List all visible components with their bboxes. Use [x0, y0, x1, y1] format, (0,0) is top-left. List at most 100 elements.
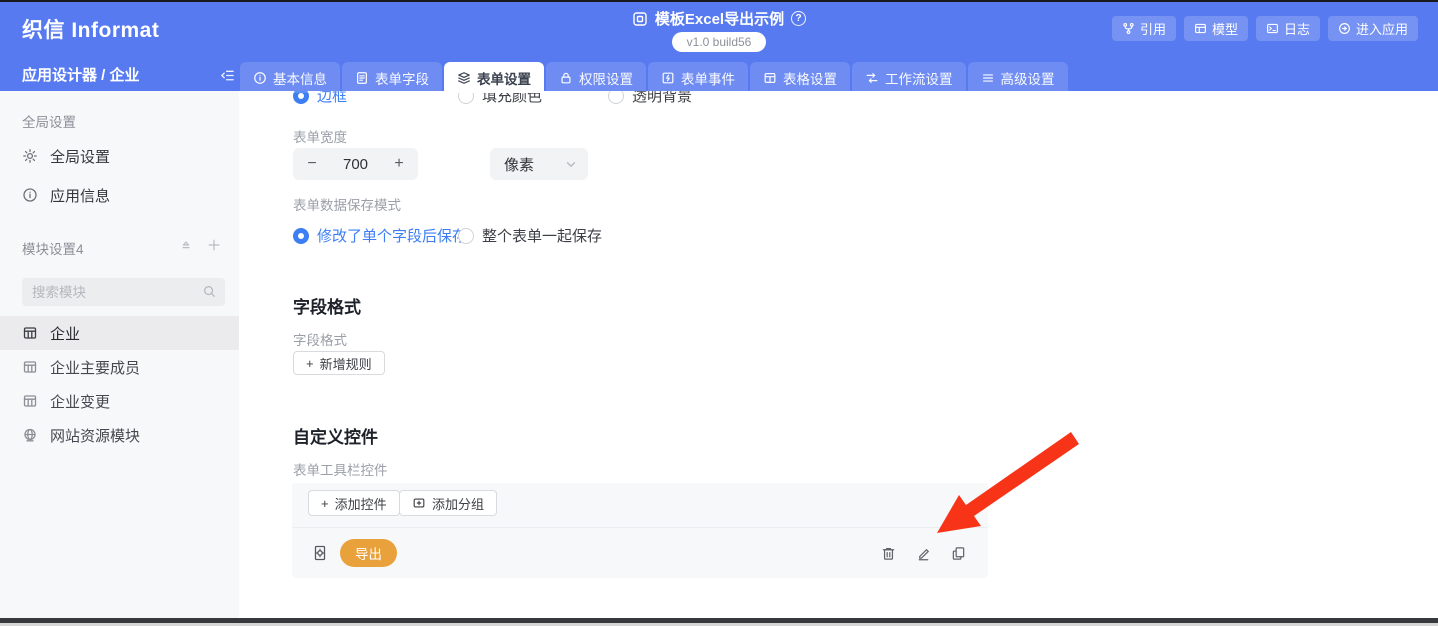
tab-label: 高级设置 — [1001, 68, 1055, 88]
save-mode-label: 表单数据保存模式 — [293, 194, 401, 214]
app-header: 织信 Informat 模板Excel导出示例 ? v1.0 build56 引… — [0, 2, 1438, 91]
add-module-icon[interactable] — [207, 238, 221, 252]
breadcrumb: 应用设计器 / 企业 — [22, 64, 140, 85]
button-label: 日志 — [1284, 19, 1310, 38]
field-format-label: 字段格式 — [293, 329, 347, 349]
search-icon — [202, 284, 217, 299]
tab-label: 基本信息 — [273, 68, 327, 88]
toolbar-controls-panel: + 添加控件 添加分组 导出 — [292, 483, 988, 578]
table-module-icon — [22, 359, 38, 375]
sidebar-module-changes[interactable]: 企业变更 — [0, 384, 239, 418]
gear-icon — [22, 148, 38, 164]
sidebar-module-enterprise[interactable]: 企业 — [0, 316, 239, 350]
export-control-button[interactable]: 导出 — [340, 539, 397, 567]
tab-permission-settings[interactable]: 权限设置 — [546, 62, 646, 93]
form-width-label: 表单宽度 — [293, 126, 347, 146]
module-section-label: 模块设置4 — [22, 238, 84, 258]
app-window: 边框 填充颜色 透明背景 表单宽度 − 700 + 像素 表单数据保存模式 修改… — [0, 0, 1438, 626]
radio-dot[interactable] — [293, 228, 309, 244]
radio-save-whole-form[interactable]: 整个表单一起保存 — [458, 225, 602, 246]
table-module-icon — [22, 393, 38, 409]
add-rule-button[interactable]: + 新增规则 — [293, 351, 385, 375]
collapse-sidebar-icon[interactable] — [220, 68, 235, 83]
tab-label: 表单字段 — [375, 68, 429, 88]
references-button[interactable]: 引用 — [1112, 16, 1176, 41]
tab-label: 工作流设置 — [885, 68, 953, 88]
radio-dot[interactable] — [458, 228, 474, 244]
form-width-stepper: − 700 + — [293, 148, 418, 180]
stepper-minus-button[interactable]: − — [305, 155, 319, 173]
copy-icon[interactable] — [951, 546, 966, 561]
sidebar-item-label: 应用信息 — [50, 185, 110, 206]
edit-icon[interactable] — [916, 546, 931, 561]
workflow-icon — [865, 71, 879, 85]
sidebar-item-global-settings[interactable]: 全局设置 — [0, 137, 239, 175]
tab-advanced-settings[interactable]: 高级设置 — [968, 62, 1068, 93]
sidebar-item-label: 全局设置 — [50, 146, 110, 167]
references-icon — [1122, 22, 1135, 35]
tab-form-fields[interactable]: 表单字段 — [342, 62, 442, 93]
sidebar-module-web-resources[interactable]: 网站资源模块 — [0, 418, 239, 452]
document-icon — [355, 71, 369, 85]
designer-sidebar: 全局设置 全局设置 应用信息 模块设置4 — [0, 91, 239, 618]
control-item-row: 导出 — [292, 528, 988, 578]
module-label: 企业 — [50, 323, 80, 344]
model-button[interactable]: 模型 — [1184, 16, 1248, 41]
button-label: 添加分组 — [432, 494, 484, 513]
radio-save-per-field[interactable]: 修改了单个字段后保存 — [293, 225, 467, 246]
add-group-button[interactable]: 添加分组 — [399, 490, 497, 516]
delete-icon[interactable] — [881, 546, 896, 561]
module-search — [22, 278, 225, 306]
tab-basic-info[interactable]: 基本信息 — [240, 62, 340, 93]
form-width-value[interactable]: 700 — [343, 156, 368, 173]
toolbar-controls-label: 表单工具栏控件 — [293, 459, 388, 479]
app-icon — [632, 11, 648, 27]
module-search-input[interactable] — [22, 278, 225, 306]
button-label: 模型 — [1212, 19, 1238, 38]
sidebar-module-key-members[interactable]: 企业主要成员 — [0, 350, 239, 384]
width-unit-select[interactable]: 像素 — [490, 148, 588, 180]
unit-value: 像素 — [504, 154, 534, 175]
tab-label: 表单设置 — [477, 68, 531, 88]
tab-workflow-settings[interactable]: 工作流设置 — [852, 62, 966, 93]
button-label: 添加控件 — [335, 494, 387, 513]
add-group-icon — [412, 496, 426, 510]
global-section-label: 全局设置 — [22, 111, 76, 131]
tab-label: 表格设置 — [783, 68, 837, 88]
control-actions — [881, 546, 966, 561]
enter-app-button[interactable]: 进入应用 — [1328, 16, 1418, 41]
version-badge[interactable]: v1.0 build56 — [672, 32, 767, 52]
plus-icon: + — [321, 496, 329, 511]
stepper-plus-button[interactable]: + — [392, 155, 406, 173]
tab-form-settings[interactable]: 表单设置 — [444, 62, 544, 93]
logs-button[interactable]: 日志 — [1256, 16, 1320, 41]
collapse-all-icon[interactable] — [179, 238, 193, 252]
tab-table-settings[interactable]: 表格设置 — [750, 62, 850, 93]
module-label: 企业主要成员 — [50, 357, 140, 378]
table-icon — [763, 71, 777, 85]
radio-label: 整个表单一起保存 — [482, 225, 602, 246]
button-label: 进入应用 — [1356, 19, 1408, 38]
module-label: 企业变更 — [50, 391, 110, 412]
control-type-icon — [312, 545, 328, 561]
info-circle-icon — [22, 187, 38, 203]
help-icon[interactable]: ? — [791, 11, 806, 26]
layers-icon — [457, 71, 471, 85]
add-control-button[interactable]: + 添加控件 — [308, 490, 400, 516]
tab-form-events[interactable]: 表单事件 — [648, 62, 748, 93]
model-icon — [1194, 22, 1207, 35]
tab-label: 权限设置 — [579, 68, 633, 88]
tab-label: 表单事件 — [681, 68, 735, 88]
module-section-actions — [179, 238, 221, 252]
module-label: 网站资源模块 — [50, 425, 140, 446]
info-icon — [253, 71, 267, 85]
window-top-edge — [0, 0, 1438, 2]
button-label: 引用 — [1140, 19, 1166, 38]
enter-app-icon — [1338, 22, 1351, 35]
stack-icon — [981, 71, 995, 85]
field-format-heading: 字段格式 — [293, 293, 361, 318]
plus-icon: + — [306, 356, 314, 371]
header-actions: 引用 模型 日志 进入应用 — [1112, 16, 1418, 41]
button-label: 新增规则 — [320, 354, 372, 373]
sidebar-item-app-info[interactable]: 应用信息 — [0, 176, 239, 214]
